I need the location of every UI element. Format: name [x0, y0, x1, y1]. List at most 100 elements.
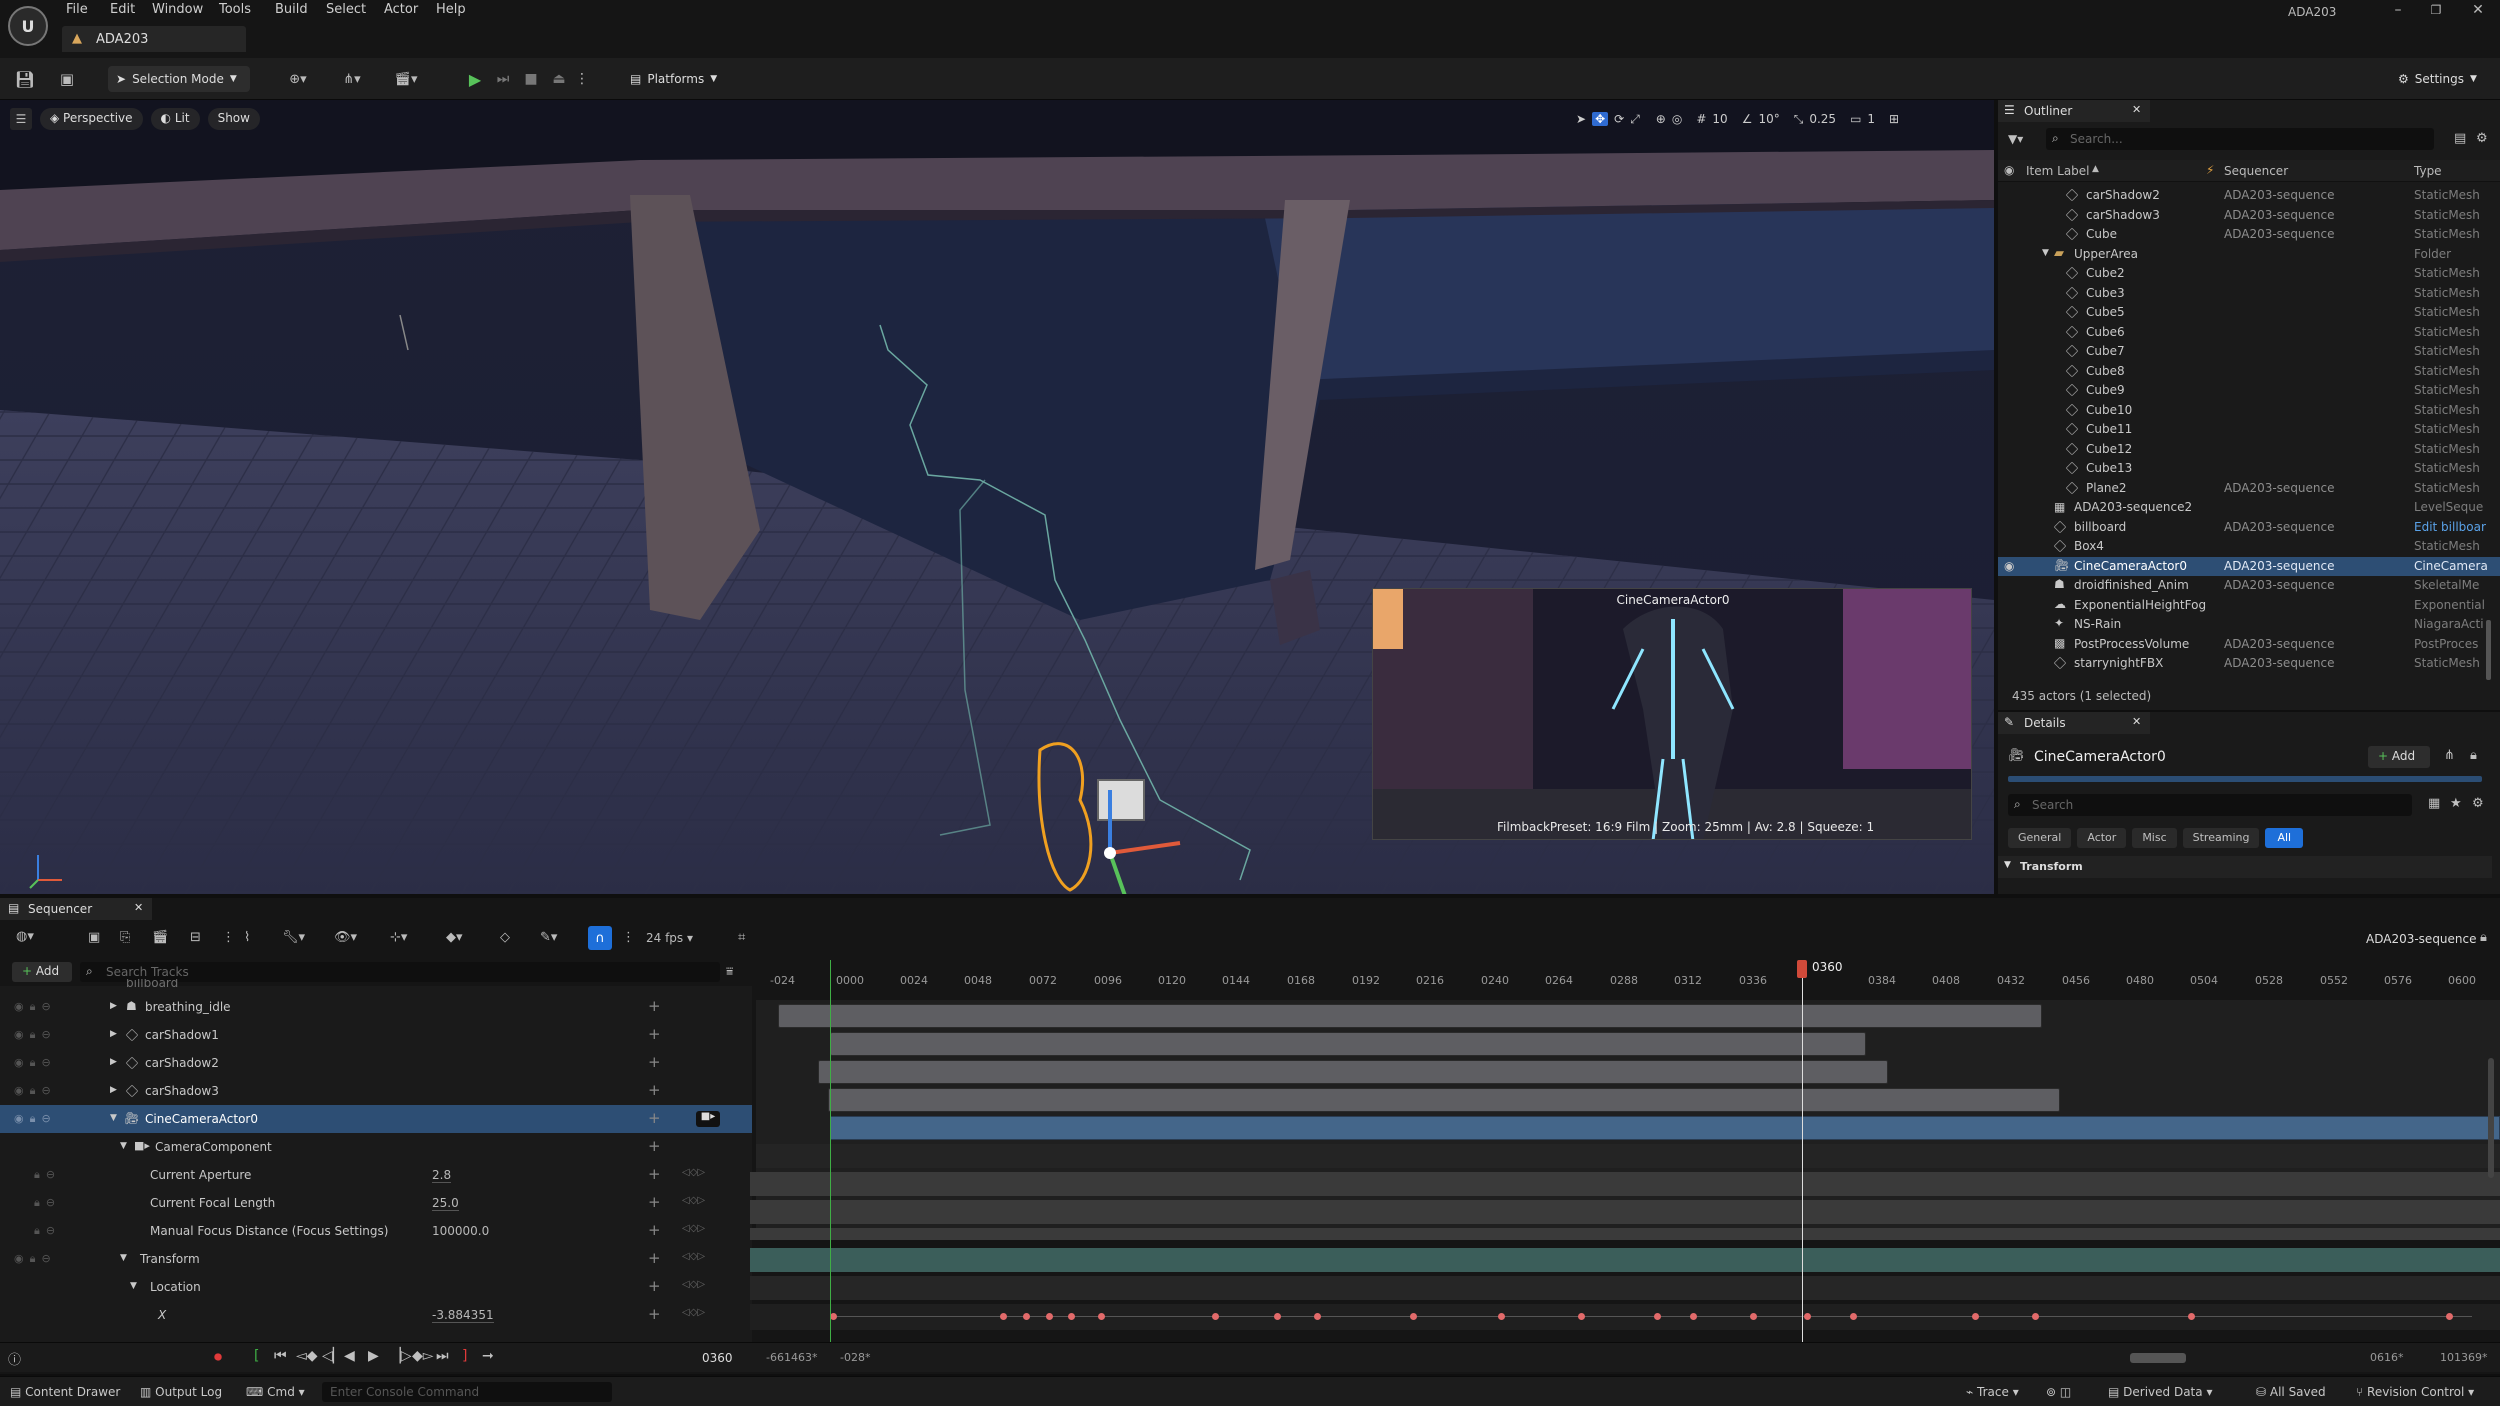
column-sequencer[interactable]: Sequencer	[2224, 164, 2288, 178]
column-item-label[interactable]: Item Label	[2026, 164, 2090, 178]
scale-snap-icon[interactable]: ⤡	[1794, 112, 1804, 127]
add-track-plus-icon[interactable]: +	[648, 1277, 661, 1295]
gear-icon[interactable]: ⚙	[2476, 131, 2488, 146]
track-row-selected[interactable]: ◉🔒︎⊖ ▼ 🎥︎ CineCameraActor0 + ■▸	[0, 1105, 752, 1133]
filter-general[interactable]: General	[2008, 828, 2072, 848]
track-lock-icons[interactable]: ◉🔒︎⊖	[14, 1084, 57, 1098]
keyframe[interactable]	[1578, 1313, 1585, 1320]
save-folder-icon[interactable]: ▤	[2454, 131, 2466, 146]
close-tab-icon[interactable]: ✕	[2132, 715, 2141, 728]
fps-dropdown[interactable]: 24 fps ▾	[646, 931, 693, 945]
filter-icon[interactable]: ⩸	[726, 964, 733, 979]
revision-control-dropdown[interactable]: ⑂ Revision Control ▾	[2356, 1385, 2474, 1399]
filter-streaming[interactable]: Streaming	[2182, 828, 2260, 848]
chevron-right-icon[interactable]: ▶	[110, 1057, 117, 1067]
step-back-icon[interactable]: ◁▏	[322, 1348, 344, 1364]
grid-snap-icon[interactable]: #	[1696, 112, 1706, 126]
outliner-row[interactable]: Cube3 StaticMesh	[1998, 284, 2500, 303]
keyframe[interactable]	[1410, 1313, 1417, 1320]
world-icon[interactable]: ◍▾	[16, 929, 34, 944]
perspective-button[interactable]: ◈ Perspective	[40, 108, 143, 130]
transform-section-header[interactable]: ▼ Transform	[1998, 856, 2492, 878]
key-icon[interactable]: ◆▾	[446, 930, 463, 945]
add-track-plus-icon[interactable]: +	[648, 1081, 661, 1099]
chevron-right-icon[interactable]: ▶	[110, 1085, 117, 1095]
chevron-down-icon[interactable]: ▼	[120, 1253, 127, 1263]
details-tab[interactable]: ✎ Details ✕	[1998, 712, 2150, 734]
step-forward-icon[interactable]: ▕▷	[390, 1348, 412, 1364]
key-nav-icons[interactable]: ◁◇▷	[682, 1279, 705, 1290]
set-end-icon[interactable]: ]	[462, 1348, 467, 1364]
column-type[interactable]: Type	[2414, 164, 2442, 178]
console-input[interactable]: Enter Console Command	[322, 1382, 612, 1402]
add-key-plus-icon[interactable]: +	[648, 1193, 661, 1211]
key-nav-icons[interactable]: ◁◇▷	[682, 1307, 705, 1318]
add-track-plus-icon[interactable]: +	[648, 997, 661, 1015]
next-key-icon[interactable]: ◆▻	[412, 1348, 434, 1364]
eye-icon[interactable]: ◉	[2004, 163, 2014, 177]
outliner-row[interactable]: Cube ADA203-sequence StaticMesh	[1998, 225, 2500, 244]
outliner-row[interactable]: Cube13 StaticMesh	[1998, 459, 2500, 478]
curve-editor-icon[interactable]: ⌇	[244, 930, 250, 945]
outliner-row[interactable]: Cube9 StaticMesh	[1998, 381, 2500, 400]
close-tab-icon[interactable]: ✕	[134, 901, 143, 914]
details-add-button[interactable]: + Add	[2368, 746, 2430, 768]
info-icon[interactable]: ⓘ	[8, 1349, 21, 1368]
minimize-icon[interactable]: –	[2386, 0, 2410, 20]
curve-editor-toggle-icon[interactable]: ⌗	[738, 930, 745, 945]
menu-window[interactable]: Window	[152, 2, 203, 17]
outliner-row[interactable]: Cube11 StaticMesh	[1998, 420, 2500, 439]
set-start-icon[interactable]: [	[254, 1348, 259, 1364]
snap-toggle-icon[interactable]: ∩	[588, 926, 612, 950]
eject-icon[interactable]: ⏏	[548, 68, 570, 90]
outliner-tab[interactable]: ☰ Outliner ✕	[1998, 100, 2150, 122]
play-icon[interactable]: ▶	[464, 68, 486, 90]
outliner-row[interactable]: Cube2 StaticMesh	[1998, 264, 2500, 283]
keyframe[interactable]	[1750, 1313, 1757, 1320]
outliner-row[interactable]: ☁ ExponentialHeightFog Exponential	[1998, 596, 2500, 615]
outliner-row[interactable]: carShadow2 ADA203-sequence StaticMesh	[1998, 186, 2500, 205]
reverse-icon[interactable]: ◀	[344, 1348, 355, 1364]
chevron-down-icon[interactable]: ▼	[2042, 248, 2049, 258]
menu-tools[interactable]: Tools	[219, 2, 251, 17]
menu-select[interactable]: Select	[326, 2, 366, 17]
content-icon[interactable]: ▣	[56, 68, 78, 90]
keyframe[interactable]	[1690, 1313, 1697, 1320]
translate-icon[interactable]: ✥	[1592, 112, 1609, 126]
layout-icon[interactable]: ⊞	[1889, 112, 1899, 126]
selection-mode-dropdown[interactable]: ➤ Selection Mode ▼	[108, 66, 250, 92]
rotation-snap-value[interactable]: 10°	[1758, 112, 1779, 126]
focal-length-lane[interactable]	[750, 1200, 2500, 1224]
unreal-logo-icon[interactable]: U	[8, 6, 48, 46]
track-lock-icons[interactable]: ◉🔒︎⊖	[14, 1028, 57, 1042]
key-nav-icons[interactable]: ◁◇▷	[682, 1251, 705, 1262]
loop-icon[interactable]: ➞	[482, 1348, 494, 1364]
keyframe[interactable]	[1000, 1313, 1007, 1320]
jump-to-start-icon[interactable]: ⏮	[274, 1348, 287, 1364]
keyframe[interactable]	[1212, 1313, 1219, 1320]
track-lock-icons[interactable]: ◉🔒︎⊖	[14, 1112, 57, 1126]
keyframe[interactable]	[1654, 1313, 1661, 1320]
menu-actor[interactable]: Actor	[384, 2, 418, 17]
step-icon[interactable]: ⏭	[492, 68, 514, 90]
gear-icon[interactable]: ⚙	[2472, 796, 2484, 811]
outliner-row-selected[interactable]: ◉ 🎥︎ CineCameraActor0 ADA203-sequence CineCa…	[1998, 556, 2500, 576]
keyframe[interactable]	[1850, 1313, 1857, 1320]
menu-help[interactable]: Help	[436, 2, 466, 17]
hamburger-menu-icon[interactable]: ☰	[10, 108, 32, 130]
outliner-row[interactable]: Plane2 ADA203-sequence StaticMesh	[1998, 479, 2500, 498]
key-nav-icons[interactable]: ◁◇▷	[682, 1195, 705, 1206]
maximize-icon[interactable]: ❐	[2424, 0, 2448, 20]
carshadow1-section[interactable]	[830, 1032, 1866, 1056]
add-key-plus-icon[interactable]: +	[648, 1221, 661, 1239]
outliner-row[interactable]: Cube12 StaticMesh	[1998, 440, 2500, 459]
track-lock-icons[interactable]: 🔒︎⊖	[34, 1224, 61, 1238]
timeline-ruler[interactable]: -024 0000 0024 0048 0072 0096 0120 0144 …	[756, 974, 2500, 998]
camera-speed-icon[interactable]: ▭	[1850, 112, 1861, 126]
outliner-folder-row[interactable]: ▼ ▰ UpperArea Folder	[1998, 245, 2500, 264]
blueprint-icon[interactable]: ⋔	[2444, 748, 2455, 763]
track-row[interactable]: ▼ Location + ◁◇▷	[0, 1273, 752, 1301]
location-x-lane[interactable]	[750, 1304, 2500, 1330]
outliner-row[interactable]: Box4 StaticMesh	[1998, 537, 2500, 556]
keyframe[interactable]	[1972, 1313, 1979, 1320]
